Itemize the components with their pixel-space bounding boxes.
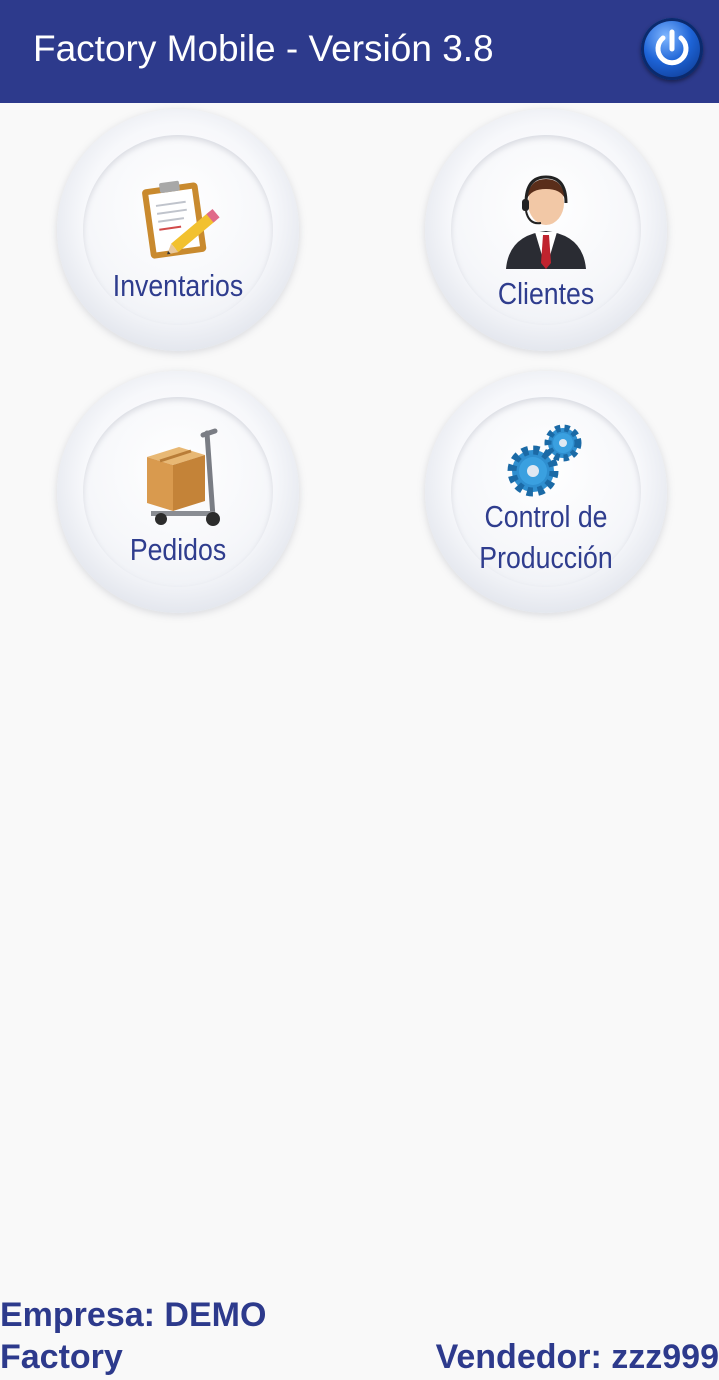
menu-item-label-line1: Control de [484, 499, 608, 534]
app-bar: Factory Mobile - Versión 3.8 [0, 0, 719, 103]
menu-item-clientes[interactable]: Clientes [425, 109, 667, 351]
app-title: Factory Mobile - Versión 3.8 [33, 28, 494, 69]
menu-item-label-line2: Producción [479, 540, 613, 575]
menu-item-label: Pedidos [129, 532, 227, 567]
hand-truck-box-icon [147, 428, 220, 526]
company-label-line2: Factory [0, 1338, 123, 1376]
clipboard-pencil-icon [142, 180, 220, 259]
menu-item-label: Inventarios [112, 268, 244, 303]
menu-item-label: Clientes [497, 276, 595, 311]
customer-headset-icon [506, 175, 586, 269]
power-icon [655, 29, 689, 66]
menu-item-inventarios[interactable]: Inventarios [57, 109, 299, 351]
power-button[interactable] [641, 18, 703, 80]
menu-item-pedidos[interactable]: Pedidos [57, 371, 299, 613]
seller-label: Vendedor: zzz999 [435, 1338, 719, 1376]
gears-icon [507, 424, 582, 497]
menu-item-control-produccion[interactable]: Control de Producción [425, 371, 667, 613]
company-label: Empresa: DEMO [0, 1296, 267, 1334]
